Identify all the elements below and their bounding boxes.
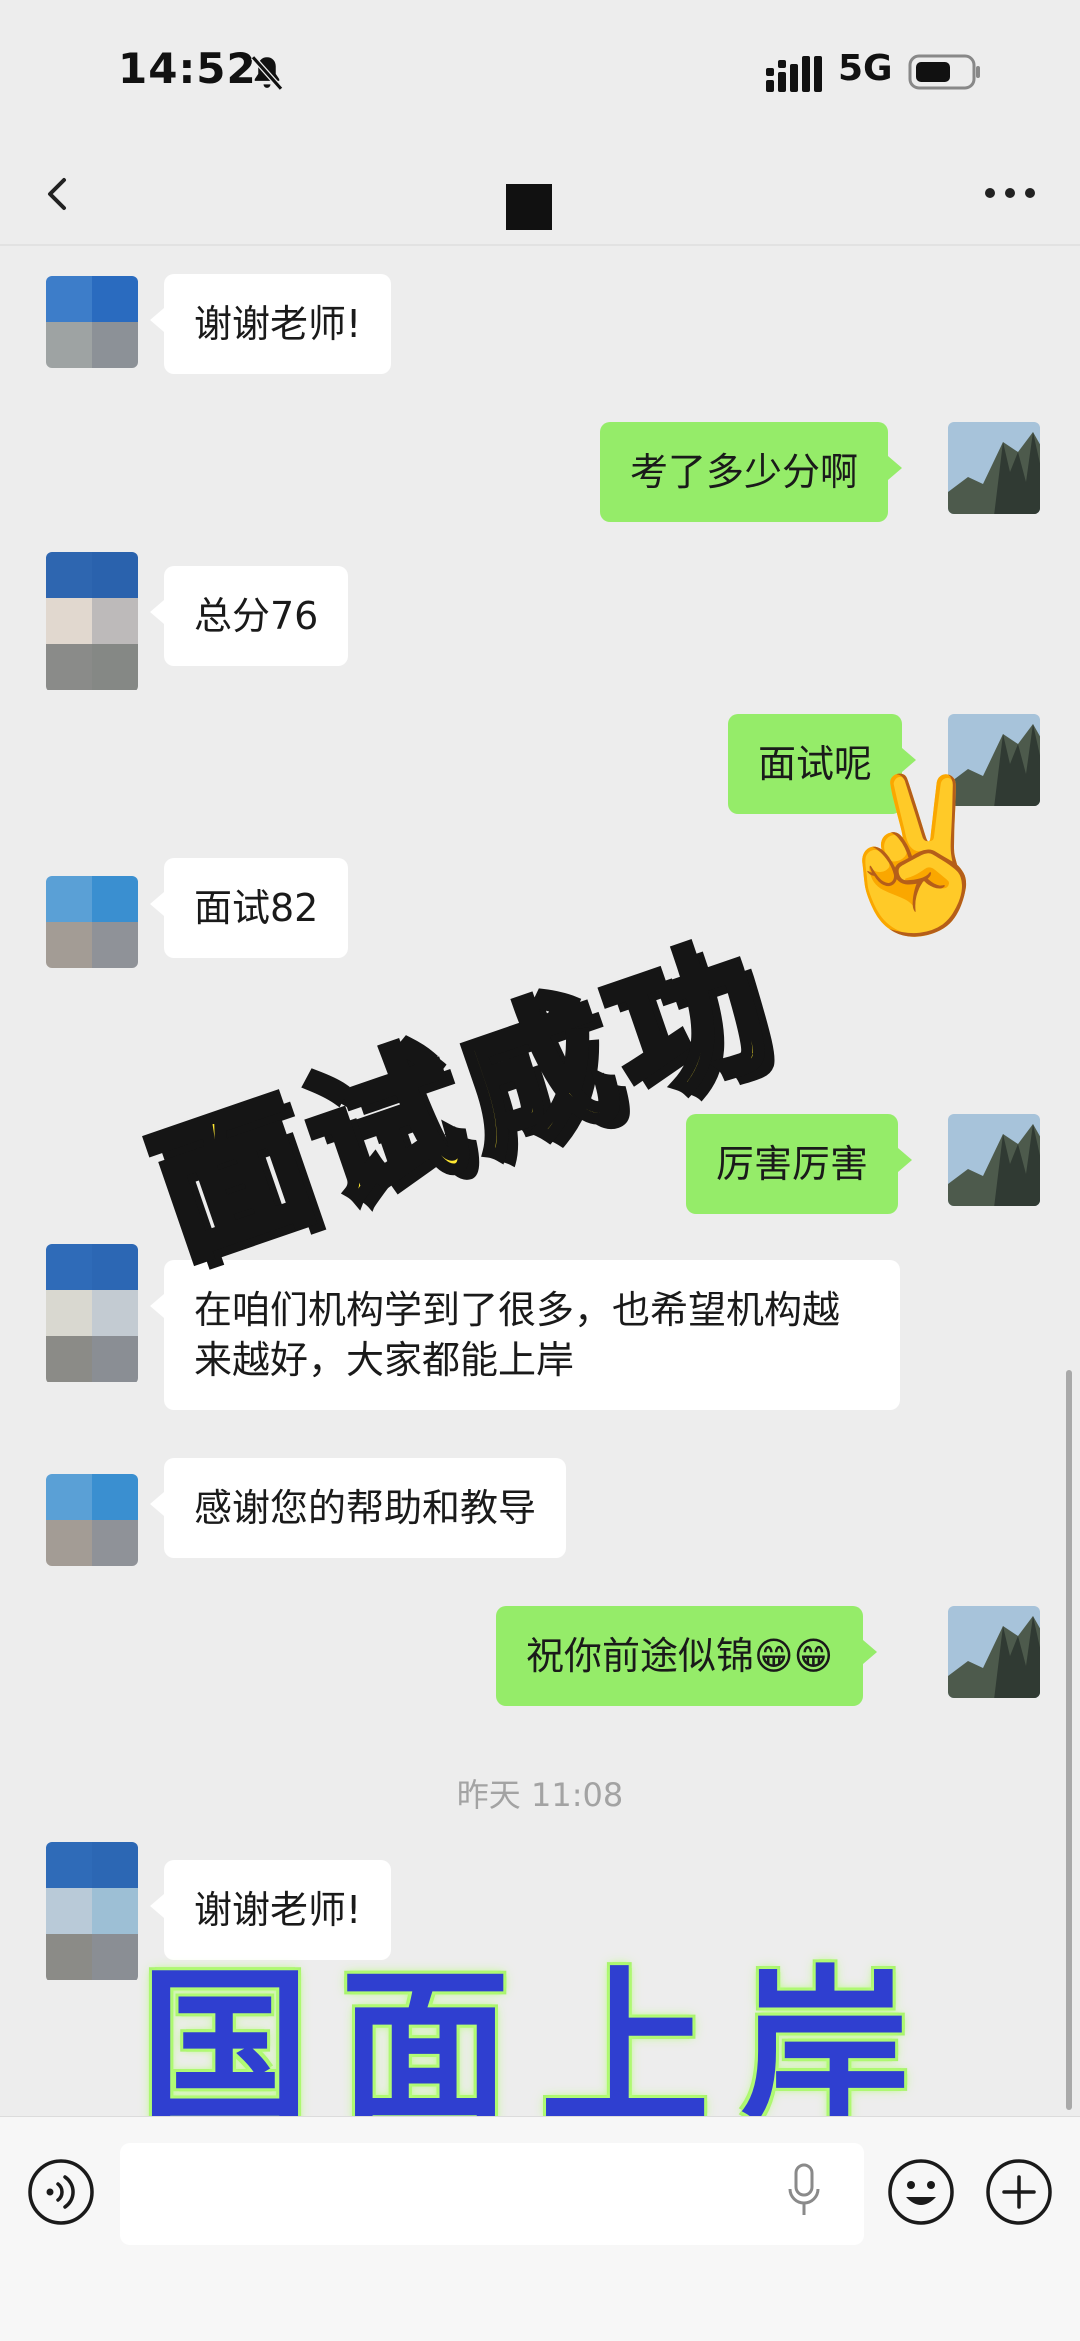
victory-hand-icon: ✌️ (808, 755, 1018, 955)
mountain-icon (948, 1606, 1040, 1698)
more-icon[interactable] (980, 168, 1040, 218)
message-bubble[interactable]: 考了多少分啊 (600, 422, 903, 522)
input-bar (0, 2116, 1080, 2341)
message-bubble[interactable]: 总分76 (149, 566, 349, 666)
voice-icon[interactable] (26, 2157, 96, 2227)
mountain-icon (948, 422, 1040, 514)
mountain-icon (948, 1114, 1040, 1206)
avatar[interactable] (46, 876, 138, 968)
nav-bar (0, 140, 1080, 246)
avatar[interactable] (948, 1114, 1040, 1206)
plus-icon[interactable] (984, 2157, 1054, 2227)
network-type: 5G (838, 48, 893, 89)
chat-screen: 14:52 5G 谢谢老师! 考了多少分啊 总分76 面试呢 面试82 厉害厉害… (0, 0, 1080, 2341)
bell-off-icon (250, 55, 284, 91)
battery-icon (908, 54, 980, 90)
avatar[interactable] (46, 552, 138, 692)
message-bubble[interactable]: 谢谢老师! (149, 274, 392, 374)
emoji-icon[interactable] (886, 2157, 956, 2227)
status-bar: 14:52 5G (0, 0, 1080, 140)
avatar[interactable] (46, 1474, 138, 1566)
avatar[interactable] (948, 1606, 1040, 1698)
avatar[interactable] (46, 1842, 138, 1982)
status-time: 14:52 (118, 44, 257, 93)
message-bubble[interactable]: 感谢您的帮助和教导 (149, 1458, 567, 1558)
message-bubble[interactable]: 面试82 (149, 858, 349, 958)
message-input[interactable] (120, 2143, 864, 2245)
message-timestamp: 昨天 11:08 (456, 1776, 624, 1814)
message-bubble[interactable]: 祝你前途似锦😁😁 (496, 1606, 878, 1706)
signal-icon (766, 56, 822, 92)
message-bubble[interactable]: 谢谢老师! (149, 1860, 392, 1960)
scrollbar[interactable] (1066, 1370, 1072, 2110)
avatar[interactable] (46, 276, 138, 368)
chat-title (506, 184, 552, 230)
chevron-left-icon[interactable] (30, 160, 80, 226)
avatar[interactable] (948, 422, 1040, 514)
mic-icon[interactable] (784, 2161, 824, 2221)
